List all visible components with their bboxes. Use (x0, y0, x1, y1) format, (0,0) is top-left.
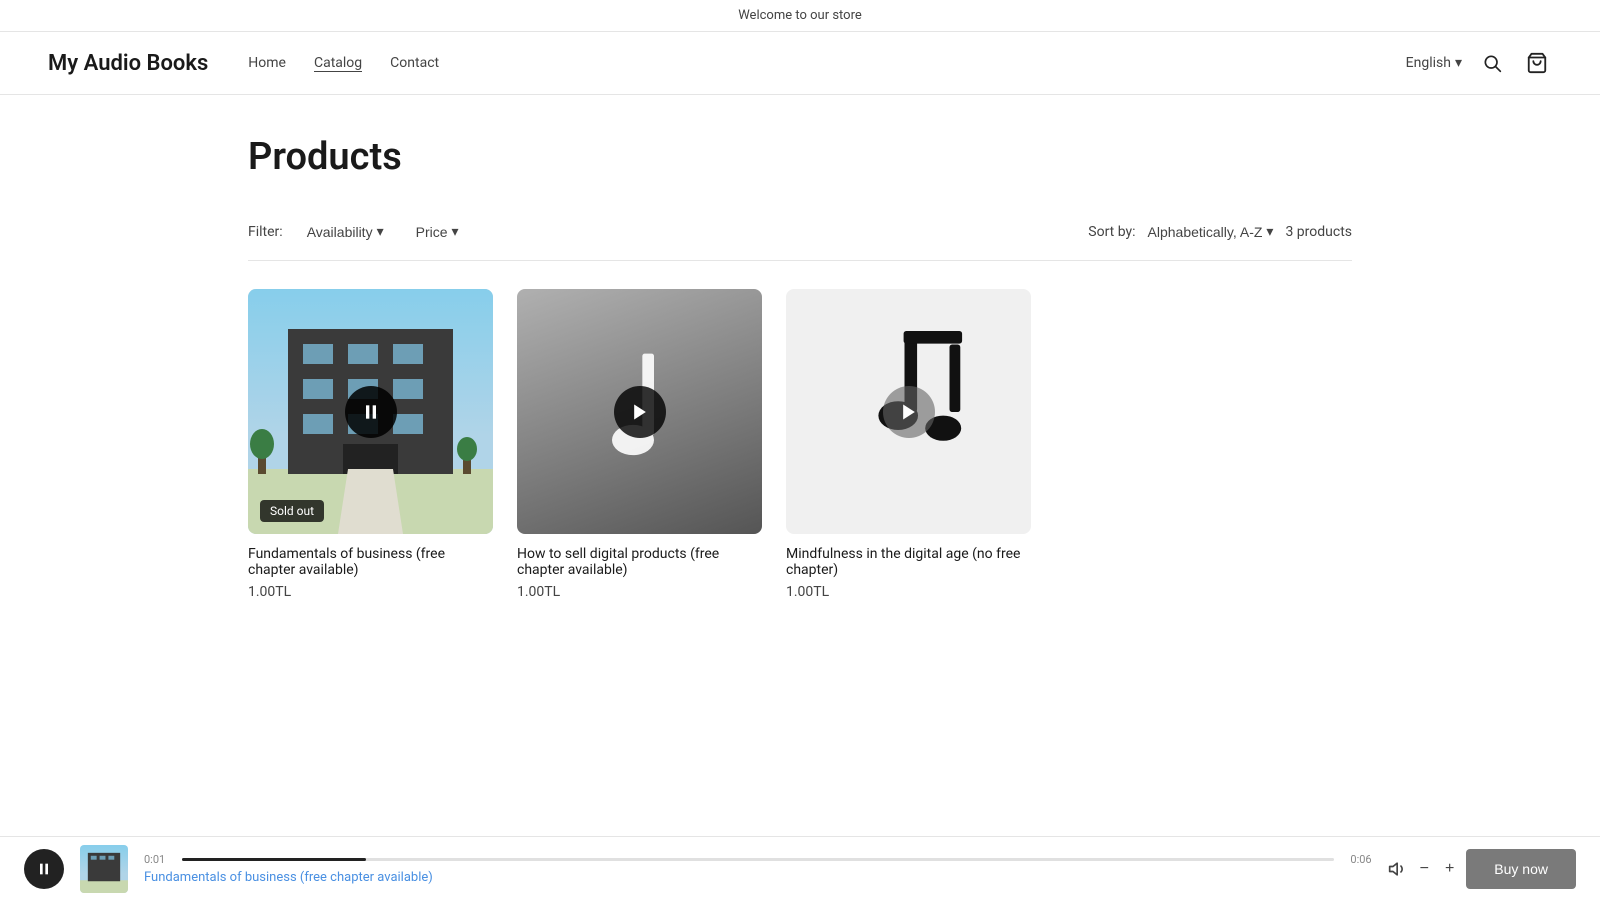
main-nav: Home Catalog Contact (248, 55, 439, 72)
speaker-icon (1388, 859, 1408, 879)
product-image-wrap (786, 289, 1031, 534)
header-left: My Audio Books Home Catalog Contact (48, 51, 439, 76)
player-main: 0:01 0:06 Fundamentals of business (free… (144, 853, 1372, 885)
chevron-down-icon: ▾ (377, 223, 384, 240)
volume-decrease-button[interactable]: − (1416, 858, 1433, 880)
filter-bar: Filter: Availability ▾ Price ▾ Sort by: … (248, 219, 1352, 261)
player-time-total: 0:06 (1342, 853, 1372, 866)
progress-bar[interactable] (182, 858, 1334, 861)
cart-icon (1526, 52, 1548, 74)
nav-home[interactable]: Home (248, 55, 286, 71)
nav-catalog[interactable]: Catalog (314, 55, 362, 72)
play-button[interactable] (883, 386, 935, 438)
player-progress-row: 0:01 0:06 (144, 853, 1372, 866)
product-image-wrap (517, 289, 762, 534)
product-name: Fundamentals of business (free chapter a… (248, 546, 493, 578)
volume-icon (1388, 859, 1408, 879)
availability-label: Availability (307, 224, 373, 240)
header-right: English ▾ (1406, 48, 1552, 78)
player-track-name: Fundamentals of business (free chapter a… (144, 870, 1372, 885)
products-grid: Sold out Fundamentals of business (free … (248, 289, 1352, 600)
play-button[interactable] (614, 386, 666, 438)
chevron-down-icon: ▾ (452, 223, 459, 240)
banner-text: Welcome to our store (738, 8, 862, 23)
chevron-down-icon: ▾ (1455, 55, 1462, 71)
buy-now-button[interactable]: Buy now (1466, 849, 1576, 889)
pause-button[interactable] (345, 386, 397, 438)
play-icon (630, 402, 650, 422)
cart-button[interactable] (1522, 48, 1552, 78)
sort-value: Alphabetically, A-Z (1148, 224, 1263, 240)
product-price: 1.00TL (786, 584, 1031, 600)
play-icon (899, 402, 919, 422)
search-icon (1482, 53, 1502, 73)
player-pause-button[interactable] (24, 849, 64, 889)
price-label: Price (416, 224, 448, 240)
product-name: How to sell digital products (free chapt… (517, 546, 762, 578)
player-thumb-image (80, 845, 128, 893)
player-time-current: 0:01 (144, 853, 174, 866)
sold-out-badge: Sold out (260, 500, 324, 522)
product-name: Mindfulness in the digital age (no free … (786, 546, 1031, 578)
product-price: 1.00TL (248, 584, 493, 600)
product-card[interactable]: Mindfulness in the digital age (no free … (786, 289, 1031, 600)
availability-filter[interactable]: Availability ▾ (299, 219, 392, 244)
main-content: Products Filter: Availability ▾ Price ▾ … (200, 95, 1400, 700)
progress-fill (182, 858, 366, 861)
sort-selector[interactable]: Alphabetically, A-Z ▾ (1148, 223, 1274, 240)
nav-contact[interactable]: Contact (390, 55, 439, 71)
product-count: 3 products (1285, 224, 1352, 240)
filter-left: Filter: Availability ▾ Price ▾ (248, 219, 467, 244)
product-image-wrap: Sold out (248, 289, 493, 534)
language-selector[interactable]: English ▾ (1406, 55, 1462, 71)
volume-increase-button[interactable]: + (1441, 858, 1458, 880)
filter-label: Filter: (248, 224, 283, 240)
language-label: English (1406, 55, 1451, 71)
product-price: 1.00TL (517, 584, 762, 600)
filter-right: Sort by: Alphabetically, A-Z ▾ 3 product… (1088, 223, 1352, 240)
sort-by-label: Sort by: (1088, 224, 1135, 240)
player-right: − + Buy now (1388, 849, 1576, 889)
header: My Audio Books Home Catalog Contact Engl… (0, 32, 1600, 95)
chevron-down-icon: ▾ (1266, 223, 1273, 240)
player-pause-icon (36, 861, 52, 877)
player-thumbnail (80, 845, 128, 893)
product-card[interactable]: Sold out Fundamentals of business (free … (248, 289, 493, 600)
pause-icon (361, 402, 381, 422)
product-card[interactable]: How to sell digital products (free chapt… (517, 289, 762, 600)
price-filter[interactable]: Price ▾ (408, 219, 467, 244)
search-button[interactable] (1478, 49, 1506, 77)
top-banner: Welcome to our store (0, 0, 1600, 32)
audio-player: 0:01 0:06 Fundamentals of business (free… (0, 836, 1600, 900)
page-title: Products (248, 135, 1352, 179)
logo[interactable]: My Audio Books (48, 51, 208, 76)
